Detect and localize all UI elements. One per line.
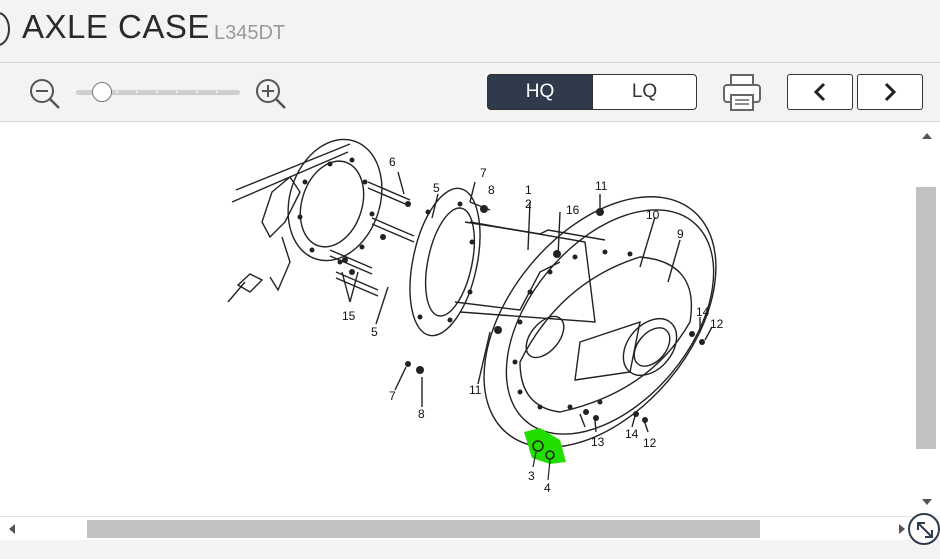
next-page-button[interactable]	[857, 74, 923, 110]
chevron-left-icon	[813, 82, 826, 102]
horizontal-scrollbar[interactable]	[0, 516, 914, 541]
slider-tick	[116, 91, 118, 93]
zoom-slider-thumb[interactable]	[92, 82, 112, 102]
part-label[interactable]: 16	[566, 203, 580, 217]
zoom-out-icon[interactable]	[28, 77, 62, 111]
part-label[interactable]: 15	[342, 309, 356, 323]
scroll-down-arrow-icon[interactable]	[914, 494, 940, 510]
part-label[interactable]: 8	[418, 407, 425, 421]
scroll-up-arrow-icon[interactable]	[914, 128, 940, 144]
part-label[interactable]: 12	[643, 436, 657, 450]
horizontal-scroll-thumb[interactable]	[87, 520, 760, 538]
part-label[interactable]: 9	[677, 227, 684, 241]
slider-tick	[136, 91, 138, 93]
part-label[interactable]: 1	[525, 183, 532, 197]
part-label[interactable]: 2	[525, 197, 532, 211]
axle-case-exploded-diagram: 1 2 3 4 5 5 6 7 7 8 8 9 10 11 11 12 12 1…	[227, 138, 724, 495]
chevron-right-icon	[884, 82, 897, 102]
part-label[interactable]: 12	[710, 317, 724, 331]
slider-tick	[176, 91, 178, 93]
part-label[interactable]: 3	[528, 469, 535, 483]
header-bar: AXLE CASE L345DT	[0, 0, 940, 63]
part-label[interactable]: 14	[625, 427, 639, 441]
vertical-scroll-thumb[interactable]	[916, 187, 936, 449]
scroll-left-arrow-icon[interactable]	[4, 517, 20, 541]
part-label[interactable]: 11	[469, 383, 482, 397]
part-label[interactable]: 8	[488, 183, 495, 197]
part-label[interactable]: 7	[480, 166, 487, 180]
part-label[interactable]: 6	[389, 155, 396, 169]
part-label[interactable]: 5	[433, 181, 440, 195]
zoom-in-icon[interactable]	[254, 77, 288, 111]
vertical-scrollbar[interactable]	[914, 122, 940, 516]
quality-lq-button[interactable]: LQ	[592, 74, 697, 110]
toolbar: HQ LQ	[0, 63, 940, 122]
previous-page-button[interactable]	[787, 74, 853, 110]
footer-bar	[0, 540, 940, 559]
part-label[interactable]: 14	[696, 305, 710, 319]
part-label[interactable]: 11	[595, 179, 608, 193]
resize-button[interactable]	[908, 513, 940, 545]
part-label[interactable]: 10	[646, 208, 660, 222]
part-label[interactable]: 13	[591, 435, 605, 449]
resize-arrow-icon	[917, 522, 933, 538]
part-label[interactable]: 7	[389, 389, 396, 403]
quality-hq-button[interactable]: HQ	[487, 74, 593, 110]
part-label[interactable]: 5	[371, 325, 378, 339]
diagram-viewport[interactable]: 1 2 3 4 5 5 6 7 7 8 8 9 10 11 11 12 12 1…	[0, 122, 914, 516]
model-subtitle: L345DT	[214, 22, 286, 44]
slider-tick	[156, 91, 158, 93]
back-icon[interactable]	[0, 12, 10, 46]
slider-tick	[196, 91, 198, 93]
print-icon[interactable]	[722, 74, 762, 112]
part-label[interactable]: 4	[544, 481, 551, 495]
page-title: AXLE CASE	[22, 8, 210, 45]
slider-tick	[216, 91, 218, 93]
